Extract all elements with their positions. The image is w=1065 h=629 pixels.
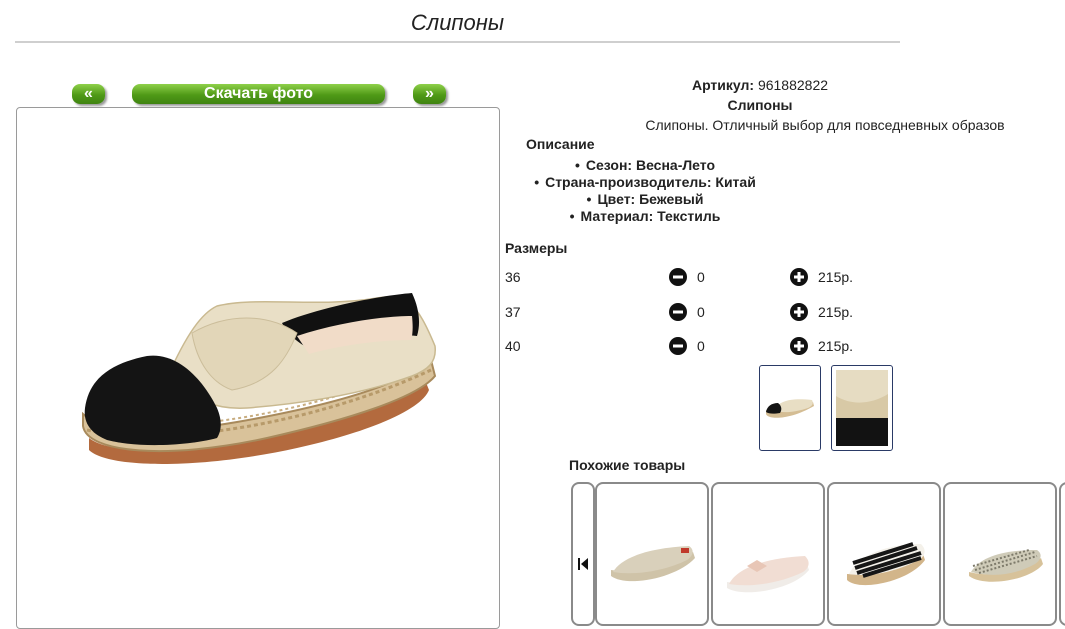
price-value: 215р. (818, 269, 854, 285)
sizes-heading: Размеры (505, 240, 568, 256)
plus-circle-icon[interactable] (790, 268, 808, 286)
article-line: Артикул: 961882822 (560, 77, 960, 93)
feature-item: Страна-производитель: Китай (500, 174, 790, 191)
shoe-side-thumb (766, 399, 814, 418)
similar-product-card[interactable] (711, 482, 825, 626)
similar-product-image (611, 546, 695, 582)
similar-product-image (727, 556, 809, 593)
price-value: 215р. (818, 304, 854, 320)
similar-product-card[interactable] (943, 482, 1057, 626)
size-value: 40 (505, 338, 521, 354)
espadrille-photo (82, 293, 437, 464)
article-label: Артикул: (691, 77, 755, 93)
size-value: 36 (505, 269, 521, 285)
feature-item: Материал: Текстиль (500, 208, 790, 225)
plus-circle-icon[interactable] (790, 303, 808, 321)
quantity-value: 0 (697, 338, 705, 354)
download-photo-button[interactable]: Скачать фото (132, 84, 385, 104)
size-row: 36 0 215р. (505, 268, 905, 289)
plus-circle-icon[interactable] (790, 337, 808, 355)
shoe-closeup-thumb (836, 370, 888, 446)
prev-photo-button[interactable]: « (72, 84, 105, 104)
size-row: 37 0 215р. (505, 303, 905, 324)
quantity-value: 0 (697, 304, 705, 320)
minus-circle-icon[interactable] (669, 337, 687, 355)
quantity-value: 0 (697, 269, 705, 285)
similar-product-card[interactable] (827, 482, 941, 626)
photo-thumbnail[interactable] (759, 365, 821, 451)
feature-item: Цвет: Бежевый (500, 191, 790, 208)
main-product-photo (16, 107, 500, 629)
minus-circle-icon[interactable] (669, 303, 687, 321)
product-tagline: Слипоны. Отличный выбор для повседневных… (645, 117, 1005, 133)
product-name: Слипоны (727, 97, 793, 113)
minus-circle-icon[interactable] (669, 268, 687, 286)
article-value: 961882822 (757, 77, 829, 93)
description-heading: Описание (526, 136, 595, 152)
photo-thumbnail[interactable] (831, 365, 893, 451)
price-value: 215р. (818, 338, 854, 354)
similar-products-heading: Похожие товары (569, 457, 686, 473)
similar-product-image (969, 549, 1043, 582)
similar-product-card[interactable] (595, 482, 709, 626)
size-value: 37 (505, 304, 521, 320)
similar-product-image (847, 542, 925, 586)
page-title: Слипоны (410, 10, 505, 35)
feature-list: Сезон: Весна-Лето Страна-производитель: … (500, 157, 790, 225)
title-divider (15, 41, 900, 43)
similar-product-card[interactable] (1059, 482, 1065, 626)
next-photo-button[interactable]: » (413, 84, 446, 104)
skip-back-icon (578, 558, 588, 570)
size-row: 40 0 215р. (505, 337, 905, 358)
carousel-prev-button[interactable] (571, 482, 595, 626)
feature-item: Сезон: Весна-Лето (500, 157, 790, 174)
